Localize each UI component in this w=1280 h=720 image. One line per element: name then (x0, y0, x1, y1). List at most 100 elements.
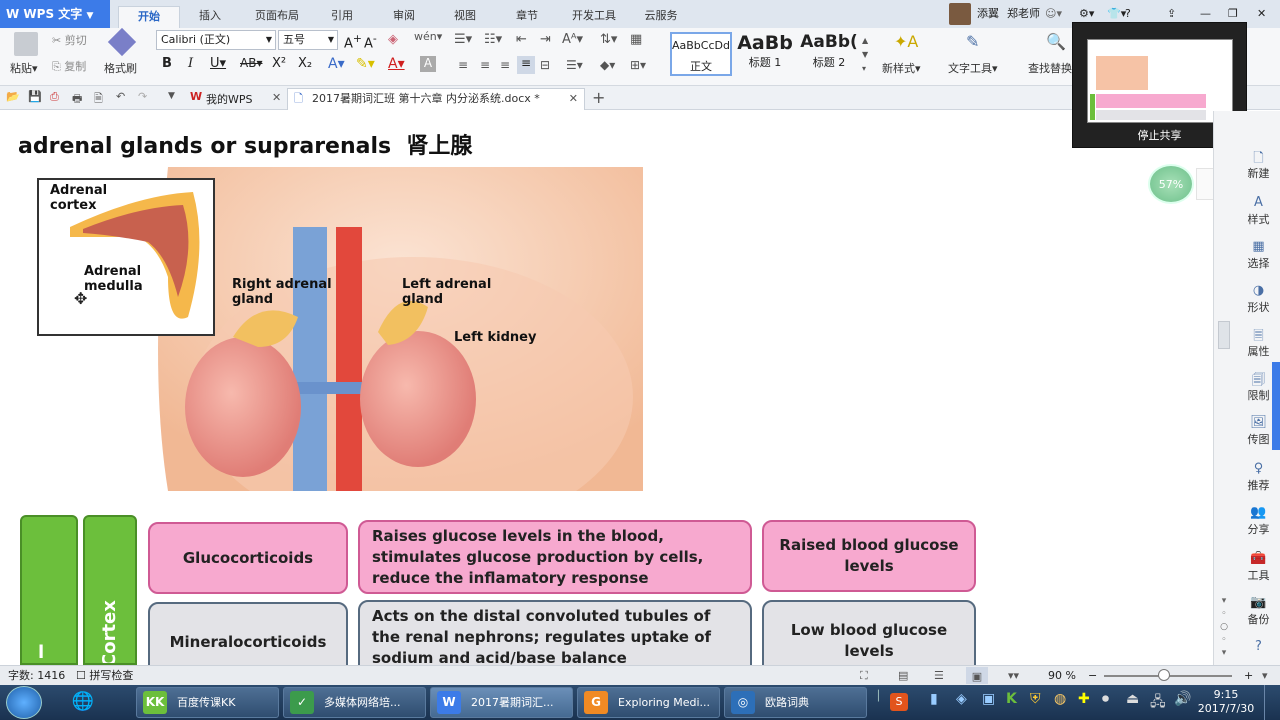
word-count[interactable]: 字数: 1416 (8, 666, 65, 685)
tray-icon-plus[interactable]: ✚ (1078, 691, 1090, 707)
open-icon[interactable]: 📂 (6, 90, 20, 103)
tray-icon-record[interactable]: ⏺ (1102, 691, 1109, 707)
paste-button[interactable]: 粘贴▾ (10, 60, 38, 76)
char-shading-icon[interactable]: A (420, 56, 436, 72)
print-icon[interactable]: 🖶 (72, 90, 82, 109)
tab-home[interactable]: 开始 (118, 6, 180, 28)
web-view-icon[interactable]: ▣ (966, 667, 988, 684)
taskbar-button-wps[interactable]: W 2017暑期词汇... (430, 687, 573, 718)
sort-icon[interactable]: ⇅▾ (600, 32, 617, 47)
shrink-font-icon[interactable]: A- (364, 32, 377, 51)
tray-icon-kk[interactable]: K (1006, 691, 1017, 707)
panel-help[interactable]: ? (1236, 639, 1280, 655)
increase-indent-icon[interactable]: ⇥ (540, 32, 551, 47)
zoom-menu-icon[interactable]: ▾ (1262, 666, 1268, 685)
tab-review[interactable]: 审阅 (385, 6, 423, 28)
panel-backup[interactable]: 📷 备份 (1236, 595, 1280, 627)
save-icon[interactable]: 💾 (28, 90, 42, 103)
copy-button[interactable]: ⎘ 复制 (52, 58, 86, 74)
format-painter-button[interactable]: 格式刷 (104, 60, 137, 76)
clock[interactable]: 9:15 2017/7/30 (1196, 688, 1256, 716)
styles-scroll-icon[interactable]: ▲ ▼ ▾ (862, 34, 868, 76)
network-speed-ball[interactable]: 57% (1148, 164, 1194, 204)
tab-references[interactable]: 引用 (324, 6, 360, 28)
zoom-level[interactable]: 90 % (1048, 666, 1076, 685)
zoom-slider-thumb[interactable] (1158, 669, 1170, 681)
panel-select[interactable]: ▦ 选择 (1236, 239, 1280, 271)
paste-icon[interactable] (14, 32, 38, 56)
redo-icon[interactable]: ↷ (138, 90, 147, 103)
fullscreen-icon[interactable]: ⛶ (860, 666, 868, 685)
page-view-icon[interactable]: ▤ (898, 666, 908, 685)
font-size-select[interactable]: 五号 ▼ (278, 30, 338, 50)
tray-icon-1[interactable]: ▮ (930, 691, 938, 707)
line-spacing-icon[interactable]: ☰▾ (566, 58, 583, 72)
font-color-icon[interactable]: A▾ (388, 56, 405, 72)
numbered-list-icon[interactable]: ☷▾ (484, 32, 502, 47)
justify-icon[interactable]: ≡ (517, 56, 535, 74)
outline-view-icon[interactable]: ☰ (934, 666, 944, 685)
align-center-icon[interactable]: ≡ (480, 58, 490, 72)
show-desktop-button[interactable] (1264, 685, 1280, 720)
tray-icon-2[interactable]: ◈ (956, 691, 967, 707)
close-tab-icon[interactable]: ✕ (272, 91, 281, 104)
bullet-list-icon[interactable]: ☰▾ (454, 32, 472, 47)
wps-app-menu-button[interactable]: W WPS 文字 ▼ (0, 0, 110, 28)
sogou-ime-icon[interactable]: S (890, 693, 908, 711)
new-tab-button[interactable]: + (592, 88, 605, 107)
underline-button[interactable]: U▾ (210, 56, 226, 71)
document-tab[interactable]: 🗋 2017暑期词汇班 第十六章 内分泌系统.docx * ✕ (287, 88, 585, 110)
scrollbar-thumb[interactable] (1218, 321, 1230, 349)
pinned-app-icon[interactable]: 🌐 (66, 688, 100, 716)
panel-properties[interactable]: 🗏 属性 (1236, 327, 1280, 359)
start-button[interactable] (6, 686, 42, 719)
border-icon[interactable]: ⊞▾ (630, 58, 646, 72)
font-name-select[interactable]: Calibri (正文) ▼ (156, 30, 276, 50)
highlight-icon[interactable]: ✎▾ (356, 56, 375, 72)
superscript-button[interactable]: X² (272, 56, 286, 71)
zoom-out-button[interactable]: − (1088, 666, 1097, 685)
tray-icon-shield[interactable]: ⛨ (1030, 691, 1041, 707)
panel-collapse-handle[interactable] (1272, 362, 1280, 450)
panel-new[interactable]: 🗋 新建 (1236, 149, 1280, 181)
panel-tools[interactable]: 🧰 工具 (1236, 551, 1280, 583)
tray-icon-network[interactable]: 🖧 (1150, 691, 1166, 715)
spell-check-toggle[interactable]: ☐ 拼写检查 (76, 666, 133, 685)
undo-icon[interactable]: ↶ (116, 90, 125, 103)
style-heading-1[interactable]: AaBb 标题 1 (734, 32, 796, 76)
taskbar-button-multimedia[interactable]: ✓ 多媒体网络培... (283, 687, 426, 718)
tab-view[interactable]: 视图 (446, 6, 484, 28)
panel-styles[interactable]: A 样式 (1236, 195, 1280, 227)
style-heading-2[interactable]: AaBb( 标题 2 (798, 32, 860, 76)
taskbar-button-dictionary[interactable]: ◎ 欧路词典 (724, 687, 867, 718)
close-doc-icon[interactable]: ✕ (569, 89, 578, 109)
avatar[interactable] (949, 3, 971, 25)
align-left-icon[interactable]: ≡ (458, 58, 468, 72)
export-pdf-icon[interactable]: ⎙ (50, 90, 59, 104)
panel-recommend[interactable]: ♀ 推荐 (1236, 461, 1280, 493)
tab-developer[interactable]: 开发工具 (564, 6, 624, 28)
table-icon[interactable]: ▦ (630, 32, 642, 47)
change-case-icon[interactable]: Aᴬ▾ (562, 32, 583, 47)
customize-icon[interactable]: ▼ (168, 91, 175, 101)
tab-insert[interactable]: 插入 (190, 6, 230, 28)
reading-mode-icon[interactable]: ▾▾ (1008, 666, 1019, 685)
shading-icon[interactable]: ◆▾ (600, 58, 615, 72)
close-icon[interactable]: ✕ (1257, 0, 1266, 28)
strikethrough-button[interactable]: AB▾ (240, 56, 262, 70)
user-name[interactable]: 添翼 (977, 0, 999, 28)
taskbar-button-pdf[interactable]: G Exploring Medi... (577, 687, 720, 718)
panel-share[interactable]: 👥 分享 (1236, 505, 1280, 537)
decrease-indent-icon[interactable]: ⇤ (516, 32, 527, 47)
tray-expand-icon[interactable]: ▏ (878, 691, 886, 702)
tray-icon-3[interactable]: ▣ (982, 691, 995, 707)
style-normal[interactable]: AaBbCcDd 正文 (670, 32, 732, 76)
new-style-button[interactable]: 新样式▾ (882, 60, 921, 76)
phonetic-icon[interactable]: wén▾ (414, 30, 442, 43)
tray-icon-usb[interactable]: ⏏ (1126, 691, 1139, 707)
find-replace-button[interactable]: 查找替换 (1028, 60, 1072, 76)
cut-button[interactable]: ✂ 剪切 (52, 32, 87, 48)
zoom-in-button[interactable]: + (1244, 666, 1253, 685)
print-preview-icon[interactable]: 🗎 (94, 90, 103, 109)
clear-format-icon[interactable]: ◈ (388, 32, 398, 47)
